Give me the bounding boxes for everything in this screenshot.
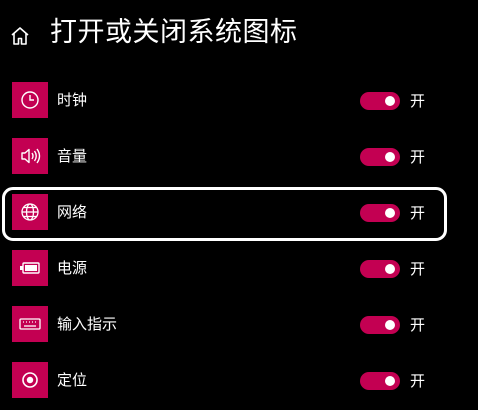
toggle-knob xyxy=(385,264,395,274)
location-toggle[interactable] xyxy=(360,372,400,390)
home-icon[interactable] xyxy=(9,25,31,47)
page-header: 打开或关闭系统图标 xyxy=(0,0,478,70)
setting-label: 音量 xyxy=(57,147,88,165)
setting-label: 输入指示 xyxy=(57,315,118,333)
setting-label: 时钟 xyxy=(57,91,88,109)
input-indicator-toggle[interactable] xyxy=(360,316,400,334)
volume-icon xyxy=(12,138,48,174)
setting-row-volume: 音量 开 xyxy=(0,128,478,184)
toggle-knob xyxy=(385,96,395,106)
toggle-state-text: 开 xyxy=(410,260,426,278)
network-row-highlight xyxy=(2,187,447,241)
toggle-state-text: 开 xyxy=(410,148,426,166)
setting-row-location: 定位 开 xyxy=(0,352,478,408)
battery-icon xyxy=(12,250,48,286)
volume-toggle[interactable] xyxy=(360,148,400,166)
toggle-state-text: 开 xyxy=(410,92,426,110)
power-toggle[interactable] xyxy=(360,260,400,278)
toggle-state-text: 开 xyxy=(410,316,426,334)
clock-toggle[interactable] xyxy=(360,92,400,110)
toggle-knob xyxy=(385,152,395,162)
keyboard-icon xyxy=(12,306,48,342)
clock-icon xyxy=(12,82,48,118)
setting-label: 定位 xyxy=(57,371,88,389)
page-title: 打开或关闭系统图标 xyxy=(50,17,298,48)
setting-label: 电源 xyxy=(57,259,88,277)
toggle-knob xyxy=(385,320,395,330)
setting-row-input-indicator: 输入指示 开 xyxy=(0,296,478,352)
setting-row-power: 电源 开 xyxy=(0,240,478,296)
toggle-state-text: 开 xyxy=(410,372,426,390)
setting-row-clock: 时钟 开 xyxy=(0,72,478,128)
location-icon xyxy=(12,362,48,398)
toggle-knob xyxy=(385,376,395,386)
